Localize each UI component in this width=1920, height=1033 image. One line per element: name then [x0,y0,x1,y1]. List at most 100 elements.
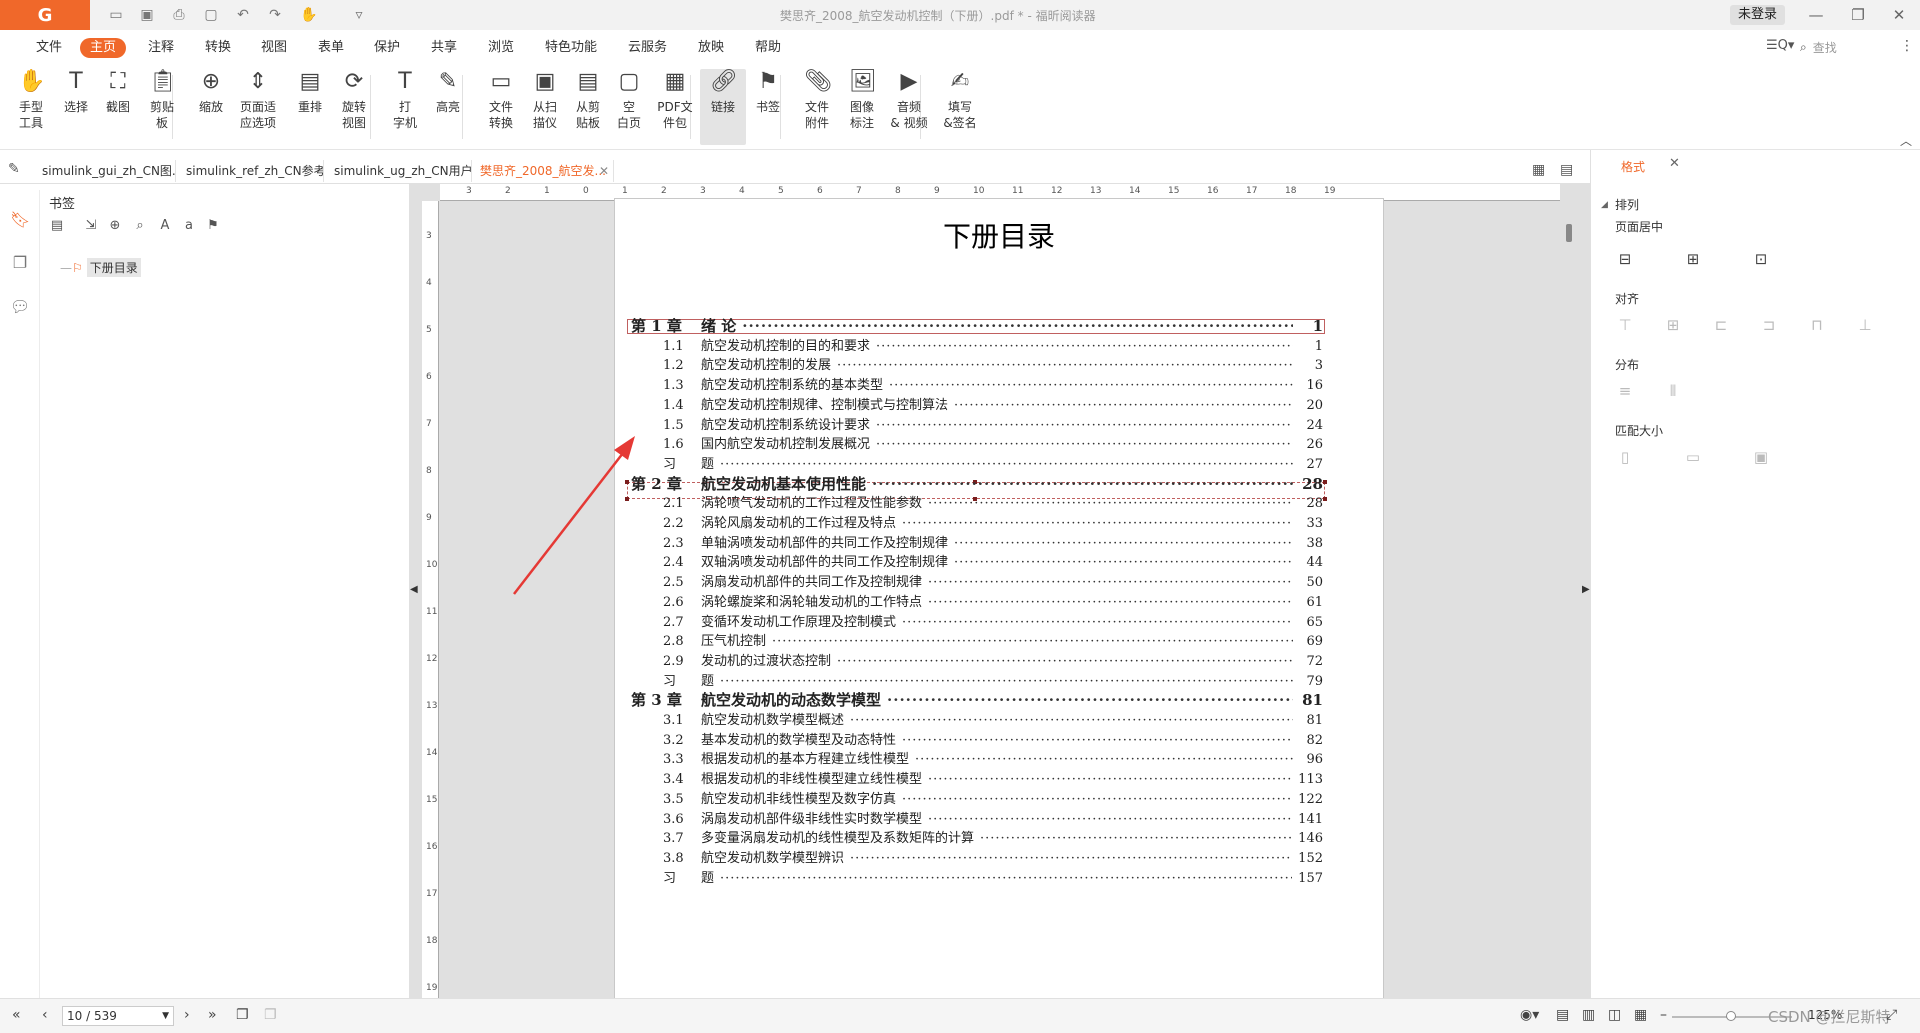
toc-section-row[interactable]: 3.1 航空发动机数学模型概述 81 [663,709,1323,729]
single-page-icon[interactable]: ▤ [1556,1007,1569,1023]
toc-section-row[interactable]: 2.4 双轴涡喷发动机部件的共同工作及控制规律 44 [663,551,1323,571]
continuous-page-icon[interactable]: ▥ [1582,1007,1595,1023]
toc-section-row[interactable]: 2.2 涡轮风扇发动机的工作过程及特点 33 [663,512,1323,532]
pdf-page[interactable]: 下册目录 第 1 章 绪 论 1 1.1 航空发动机控制的目的和要求 1 1.2 航空发动机控… [614,198,1384,998]
toc-section-row[interactable]: 2.9 发动机的过渡状态控制 72 [663,650,1323,670]
toc-section-row[interactable]: 2.6 涡轮螺旋桨和涡轮轴发动机的工作特点 61 [663,591,1323,611]
ribbon-button-audio-video[interactable]: ▶ 音频 & 视频 [884,69,934,145]
toc-chapter-row[interactable]: 第 2 章航空发动机基本使用性能 28 [631,473,1323,495]
align-left-icon[interactable]: ⊏ [1711,316,1731,336]
ribbon-button-select-text[interactable]: T 选择 [54,69,98,145]
ribbon-button-image-annotation[interactable]: 🖼︎ 图像 标注 [840,69,884,145]
toc-chapter-row[interactable]: 第 3 章航空发动机的动态数学模型 81 [631,689,1323,711]
menu-protect[interactable]: 保护 [374,38,400,58]
print-icon[interactable]: ⎙ [168,5,190,25]
toc-section-row[interactable]: 3.5 航空发动机非线性模型及数字仿真 122 [663,788,1323,808]
foxit-logo-icon[interactable]: G [0,0,90,30]
menu-comment[interactable]: 注释 [148,38,174,58]
distribute-horizontal-icon[interactable]: ⫴ [1663,382,1683,402]
menu-share[interactable]: 共享 [431,38,457,58]
hand-tool-quick-icon[interactable]: ✋ [298,5,320,25]
facing-page-icon[interactable]: ◫ [1608,1007,1621,1023]
distribute-vertical-icon[interactable]: ≡ [1615,382,1635,402]
menu-browse[interactable]: 浏览 [488,38,514,58]
align-middle-icon[interactable]: ⊓ [1807,316,1827,336]
search-input[interactable]: ⌕ 查找 [1800,37,1900,57]
tab-close-icon[interactable]: ✕ [599,160,609,182]
bookmark-panel-icon[interactable]: 🔖︎ [10,210,30,230]
menu-help[interactable]: 帮助 [755,38,781,58]
ribbon-button-zoom[interactable]: ⊕ 缩放 [190,69,232,145]
close-icon[interactable]: ✕ [1884,3,1914,27]
align-top-icon[interactable]: ⊤ [1615,316,1635,336]
bookmark-options-icon[interactable]: ▤ [48,218,66,236]
ribbon-button-screenshot[interactable]: ⛶ 截图 [96,69,140,145]
shrink-text-icon[interactable]: a [180,218,198,236]
ribbon-button-typewriter[interactable]: T 打 字机 [386,69,424,145]
find-options-icon[interactable]: ☰Q▾ [1766,38,1794,53]
ribbon-button-blank-page[interactable]: ▢ 空 白页 [610,69,648,145]
ribbon-button-reflow[interactable]: ▤ 重排 [290,69,330,145]
format-panel-close-icon[interactable]: ✕ [1669,156,1680,171]
first-page-icon[interactable]: « [12,1007,21,1023]
enlarge-text-icon[interactable]: A [156,218,174,236]
toc-chapter-row[interactable]: 第 1 章 绪 论 1 [631,315,1323,337]
ribbon-button-attachment[interactable]: 📎︎ 文件 附件 [796,69,838,145]
toc-section-row[interactable]: 2.8 压气机控制 69 [663,630,1323,650]
tab-simulink-ref[interactable]: simulink_ref_zh_CN参考... [180,160,324,182]
undo-icon[interactable]: ↶ [232,5,254,25]
collapse-left-panel-icon[interactable]: ◀ [410,584,418,595]
toc-section-row[interactable]: 2.1 涡轮喷气发动机的工作过程及性能参数 28 [663,492,1323,512]
vertical-scrollbar[interactable] [1565,204,1573,994]
menu-cloud[interactable]: 云服务 [628,38,667,58]
save-icon[interactable]: ▣ [136,5,158,25]
ribbon-button-link[interactable]: 🔗︎ 链接 [700,69,746,145]
ribbon-button-scanner[interactable]: ▣ 从扫 描仪 [524,69,566,145]
ribbon-button-bookmark[interactable]: ⚑ 书签 [748,69,788,145]
menu-slideshow[interactable]: 放映 [698,38,724,58]
previous-page-icon[interactable]: ‹ [42,1007,48,1023]
next-page-icon[interactable]: › [184,1007,190,1023]
toc-section-row[interactable]: 1.3 航空发动机控制系统的基本类型 16 [663,374,1323,394]
minimize-icon[interactable]: — [1801,3,1831,27]
toc-section-row[interactable]: 2.3 单轴涡喷发动机部件的共同工作及控制规律 38 [663,532,1323,552]
add-bookmark-icon[interactable]: ⊕ [106,218,124,236]
menu-home[interactable]: 主页 [80,38,127,58]
continuous-facing-icon[interactable]: ▦ [1634,1007,1647,1023]
match-width-icon[interactable]: ▯ [1615,448,1635,468]
ribbon-button-highlight[interactable]: ✎ 高亮 [428,69,468,145]
zoom-slider-knob[interactable] [1726,1011,1736,1021]
paste-page-icon[interactable]: ❐ [264,1007,277,1023]
ribbon-button-hand[interactable]: ✋ 手型 工具 [12,69,50,145]
center-both-icon[interactable]: ⊡ [1751,250,1771,270]
ribbon-button-clipboard[interactable]: 📋︎ 剪贴 板 [140,69,184,145]
comments-panel-icon[interactable]: 💬︎ [10,297,30,317]
match-height-icon[interactable]: ▭ [1683,448,1703,468]
last-page-icon[interactable]: » [208,1007,217,1023]
toc-section-row[interactable]: 3.2 基本发动机的数学模型及动态特性 82 [663,729,1323,749]
collapse-arrange-icon[interactable]: ◢ [1601,200,1608,210]
format-panel-tab[interactable]: 格式 [1621,158,1645,175]
scrollbar-thumb[interactable] [1566,224,1572,242]
toc-section-row[interactable]: 习 题 79 [663,670,1323,690]
menu-view[interactable]: 视图 [261,38,287,58]
ribbon-button-fit-page[interactable]: ⇕ 页面适 应选项 [232,69,284,145]
collapse-right-panel-icon[interactable]: ▶ [1582,584,1590,595]
align-bottom-icon[interactable]: ⊥ [1855,316,1875,336]
login-button[interactable]: 未登录 [1730,5,1786,25]
toc-section-row[interactable]: 1.4 航空发动机控制规律、控制模式与控制算法 20 [663,394,1323,414]
menu-form[interactable]: 表单 [318,38,344,58]
bookmark-item[interactable]: — ⚐ 下册目录 [60,258,141,277]
toc-section-row[interactable]: 2.7 变循环发动机工作原理及控制模式 65 [663,611,1323,631]
align-right-icon[interactable]: ⊐ [1759,316,1779,336]
tab-active-document[interactable]: 樊思齐_2008_航空发... ✕ [474,160,614,182]
resize-handle[interactable] [625,480,629,484]
resize-handle[interactable] [1323,480,1327,484]
toc-section-row[interactable]: 习 题 157 [663,867,1323,887]
ribbon-button-pdf-package[interactable]: ▦ PDF文 件包 [650,69,700,145]
toc-section-row[interactable]: 1.1 航空发动机控制的目的和要求 1 [663,335,1323,355]
menu-convert[interactable]: 转换 [205,38,231,58]
toc-section-row[interactable]: 3.6 涡扇发动机部件级非线性实时数学模型 141 [663,808,1323,828]
ribbon-button-from-clipboard[interactable]: ▤ 从剪 贴板 [566,69,610,145]
ribbon-button-fill-sign[interactable]: ✍ 填写 &签名 [936,69,984,145]
